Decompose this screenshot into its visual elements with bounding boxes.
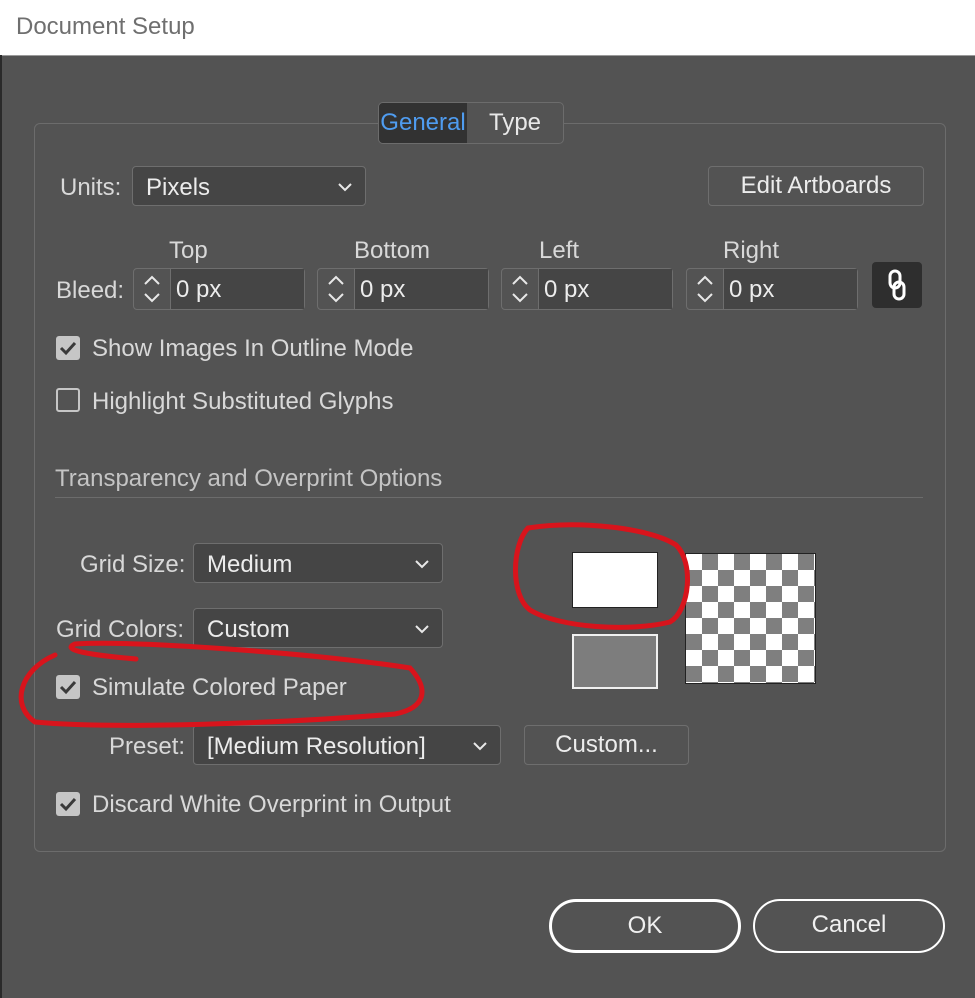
transparency-section-title: Transparency and Overprint Options	[55, 465, 443, 492]
bleed-label: Bleed:	[56, 277, 125, 304]
bleed-bottom-input[interactable]: 0 px	[354, 269, 488, 309]
simulate-paper-checkbox[interactable]	[56, 675, 80, 699]
bleed-top-label: Top	[169, 237, 208, 264]
grid-size-value: Medium	[207, 551, 293, 578]
checkmark-icon	[59, 680, 77, 695]
window-edge	[0, 55, 2, 998]
chevron-down-icon	[338, 183, 352, 192]
stepper-arrows-icon[interactable]	[502, 269, 538, 309]
highlight-glyphs-checkbox[interactable]	[56, 388, 80, 412]
preset-dropdown[interactable]: [Medium Resolution]	[193, 725, 501, 765]
bleed-bottom-label: Bottom	[354, 237, 431, 264]
transparency-grid-preview	[685, 553, 816, 684]
units-value: Pixels	[146, 174, 211, 201]
grid-colors-dropdown[interactable]: Custom	[193, 608, 443, 648]
grid-colors-label: Grid Colors:	[56, 616, 185, 643]
paper-color-swatch[interactable]	[572, 552, 658, 608]
bleed-left-stepper[interactable]: 0 px	[501, 268, 673, 310]
ok-button[interactable]: OK	[549, 899, 741, 953]
chain-link-icon	[888, 269, 906, 301]
bleed-left-input[interactable]: 0 px	[538, 269, 672, 309]
edit-artboards-button[interactable]: Edit Artboards	[708, 166, 924, 206]
custom-preset-button[interactable]: Custom...	[524, 725, 689, 765]
checkmark-icon	[59, 341, 77, 356]
bleed-bottom-stepper[interactable]: 0 px	[317, 268, 489, 310]
discard-white-checkbox[interactable]	[56, 792, 80, 816]
bleed-top-input[interactable]: 0 px	[170, 269, 304, 309]
bleed-top-stepper[interactable]: 0 px	[133, 268, 305, 310]
highlight-glyphs-label[interactable]: Highlight Substituted Glyphs	[92, 388, 394, 416]
bleed-right-input[interactable]: 0 px	[723, 269, 857, 309]
tab-bar: General Type	[378, 102, 564, 144]
title-bar: Document Setup	[0, 0, 975, 56]
chevron-down-icon	[415, 625, 429, 634]
cancel-button[interactable]: Cancel	[753, 899, 945, 953]
grid-size-dropdown[interactable]: Medium	[193, 543, 443, 583]
checkmark-icon	[59, 797, 77, 812]
show-images-outline-label[interactable]: Show Images In Outline Mode	[92, 335, 414, 363]
dialog-title: Document Setup	[16, 13, 195, 40]
show-images-outline-checkbox[interactable]	[56, 336, 80, 360]
stepper-arrows-icon[interactable]	[687, 269, 723, 309]
simulate-paper-label[interactable]: Simulate Colored Paper	[92, 674, 347, 702]
link-bleed-button[interactable]	[872, 262, 922, 308]
units-dropdown[interactable]: Pixels	[132, 166, 366, 206]
units-label: Units:	[60, 174, 122, 201]
chevron-down-icon	[473, 742, 487, 751]
chevron-down-icon	[415, 560, 429, 569]
bleed-right-stepper[interactable]: 0 px	[686, 268, 858, 310]
tab-type[interactable]: Type	[467, 103, 563, 143]
stepper-arrows-icon[interactable]	[134, 269, 170, 309]
preset-label: Preset:	[109, 733, 186, 760]
grid-color-swatch[interactable]	[572, 634, 658, 689]
bleed-left-label: Left	[539, 237, 580, 264]
grid-colors-value: Custom	[207, 616, 290, 643]
grid-size-label: Grid Size:	[80, 551, 186, 578]
discard-white-label[interactable]: Discard White Overprint in Output	[92, 791, 451, 819]
tab-general[interactable]: General	[379, 103, 467, 143]
bleed-right-label: Right	[723, 237, 780, 264]
section-divider	[55, 497, 923, 498]
preset-value: [Medium Resolution]	[207, 733, 426, 760]
stepper-arrows-icon[interactable]	[318, 269, 354, 309]
